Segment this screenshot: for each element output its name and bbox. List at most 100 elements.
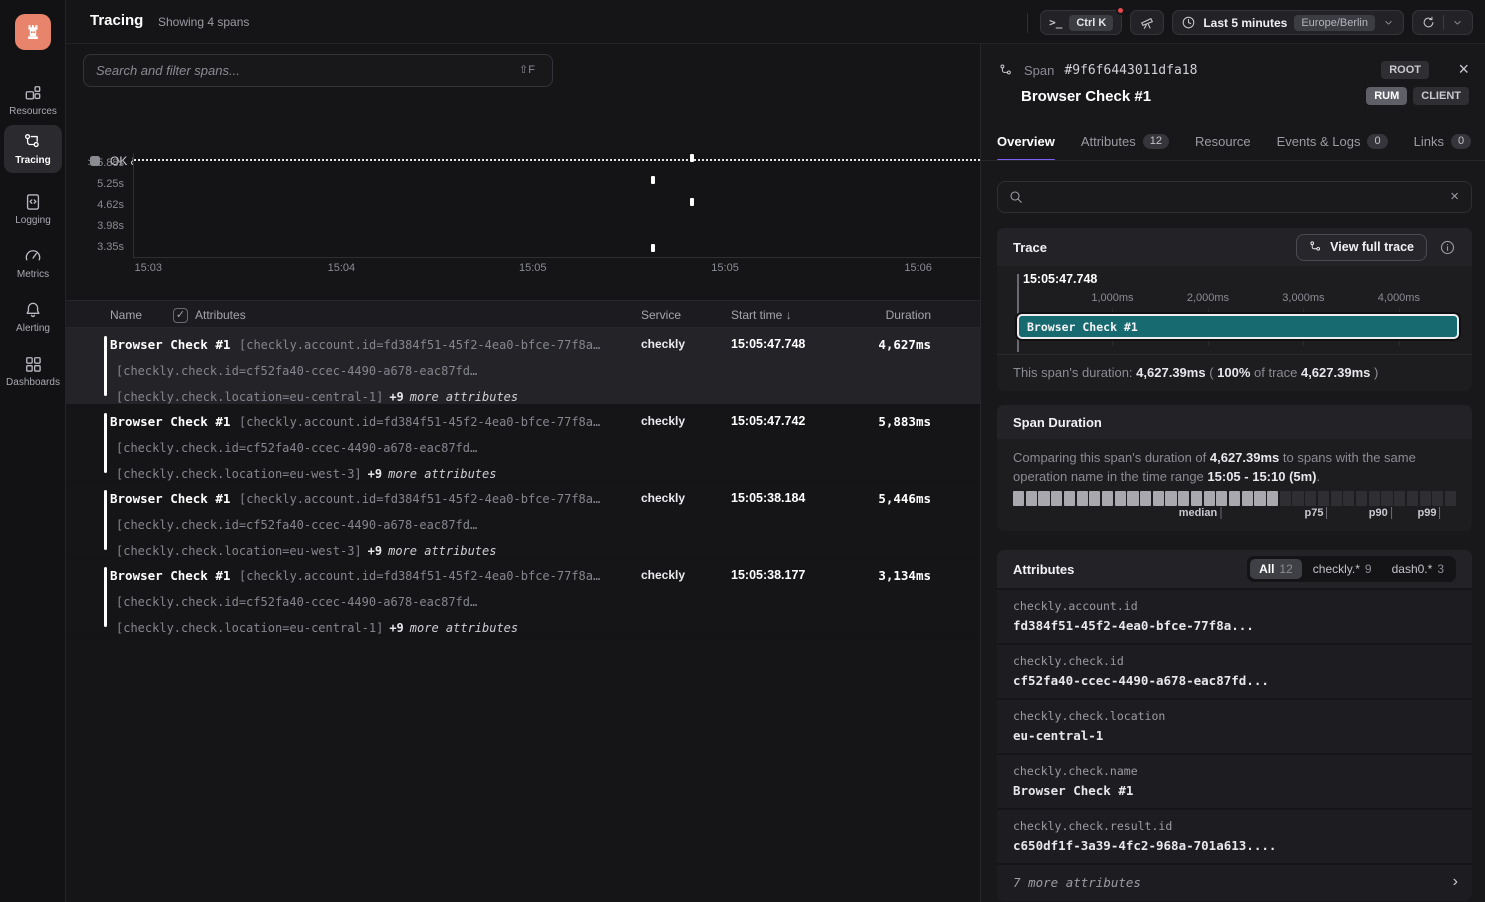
- attribute-key: checkly.check.id: [1013, 654, 1124, 668]
- histogram-segment: [1432, 491, 1443, 506]
- trace-card-header: Trace View full trace: [997, 228, 1472, 266]
- x-axis-tick: 15:06: [904, 262, 932, 274]
- histogram-segment: [1013, 491, 1024, 506]
- span-attr-2: [checkly.check.id=cf52fa40-ccec-4490-a67…: [116, 441, 477, 455]
- span-duration-card: Span Duration Comparing this span's dura…: [997, 405, 1472, 531]
- y-axis-tick: 3.98s: [97, 220, 124, 232]
- span-attr-2: [checkly.check.id=cf52fa40-ccec-4490-a67…: [116, 595, 477, 609]
- histogram-segment: [1254, 491, 1265, 506]
- attribute-key: checkly.check.result.id: [1013, 819, 1172, 833]
- tab-attributes[interactable]: Attributes12: [1081, 131, 1169, 161]
- view-full-trace-button[interactable]: View full trace: [1296, 234, 1427, 261]
- histogram-segment: [1165, 491, 1176, 506]
- tab-overview[interactable]: Overview: [997, 131, 1055, 161]
- tab-links[interactable]: Links0: [1414, 131, 1471, 161]
- histogram-segment: [1077, 491, 1088, 506]
- span-duration-text: Comparing this span's duration of 4,627.…: [1013, 448, 1453, 486]
- column-name[interactable]: Name: [110, 308, 142, 322]
- span-data-point[interactable]: [651, 244, 655, 252]
- info-icon[interactable]: [1439, 239, 1456, 256]
- filter-pill-dash0[interactable]: dash0.*3: [1383, 559, 1453, 579]
- app-logo[interactable]: [15, 14, 51, 50]
- filter-pill-all[interactable]: All12: [1250, 559, 1302, 579]
- tab-resource[interactable]: Resource: [1195, 131, 1251, 161]
- filter-pill-checkly[interactable]: checkly.*9: [1304, 559, 1381, 579]
- app-root: Resources Tracing Logging Metrics Alerti: [0, 0, 1485, 902]
- sidebar-item-dashboards[interactable]: Dashboards: [4, 347, 62, 395]
- sidebar-item-metrics[interactable]: Metrics: [4, 239, 62, 287]
- timeline-tick-label: 4,000ms: [1378, 292, 1420, 304]
- attributes-card: Attributes All12 checkly.*9 dash0.*3 che…: [997, 550, 1472, 901]
- announcements-button[interactable]: [1130, 10, 1164, 35]
- span-attr-3: [checkly.check.location=eu-west-3]+9more…: [116, 544, 496, 558]
- time-range-button[interactable]: Last 5 minutes Europe/Berlin: [1172, 10, 1404, 35]
- sidebar-item-alerting[interactable]: Alerting: [4, 293, 62, 341]
- span-attr-1: [checkly.account.id=fd384f51-45f2-4ea0-b…: [239, 569, 600, 583]
- close-icon[interactable]: ×: [1458, 59, 1469, 80]
- more-attributes-link[interactable]: more attributes: [410, 621, 518, 635]
- attribute-row[interactable]: checkly.check.id cf52fa40-ccec-4490-a678…: [997, 645, 1472, 698]
- more-attributes-link[interactable]: more attributes: [410, 390, 518, 404]
- histogram-segment: [1051, 491, 1062, 506]
- histogram-segment: [1140, 491, 1151, 506]
- span-name: Browser Check #1: [110, 568, 230, 583]
- more-attributes-link[interactable]: more attributes: [388, 467, 496, 481]
- x-axis-tick: 15:05: [711, 262, 739, 274]
- tab-events-logs[interactable]: Events & Logs0: [1277, 131, 1388, 161]
- histogram-segment: [1445, 491, 1456, 506]
- table-row[interactable]: Browser Check #1 [checkly.account.id=fd3…: [66, 482, 980, 559]
- root-badge: ROOT: [1381, 61, 1429, 79]
- more-attributes-link[interactable]: more attributes: [388, 544, 496, 558]
- span-attr-2: [checkly.check.id=cf52fa40-ccec-4490-a67…: [116, 364, 477, 378]
- refresh-button[interactable]: [1412, 10, 1473, 35]
- sort-desc-icon: ↓: [786, 308, 792, 322]
- attribute-row[interactable]: checkly.check.result.id c650df1f-3a39-4f…: [997, 810, 1472, 863]
- histogram-segment: [1420, 491, 1431, 506]
- search-input[interactable]: [83, 54, 553, 87]
- span-start-time: 15:05:38.177: [731, 568, 805, 582]
- histogram-segment: [1369, 491, 1380, 506]
- sidebar-item-logging[interactable]: Logging: [4, 185, 62, 233]
- sidebar-item-tracing[interactable]: Tracing: [4, 125, 62, 173]
- p99-threshold-line: [134, 159, 980, 161]
- topbar: Tracing Showing 4 spans >_ Ctrl K Last 5…: [66, 0, 1485, 44]
- attributes-checkbox[interactable]: ✓: [173, 308, 188, 323]
- histogram-segment: [1343, 491, 1354, 506]
- y-axis-tick: 3.35s: [97, 241, 124, 253]
- attribute-row[interactable]: checkly.check.name Browser Check #1: [997, 755, 1472, 808]
- span-data-point[interactable]: [651, 176, 655, 184]
- attribute-row[interactable]: checkly.check.location eu-central-1: [997, 700, 1472, 753]
- chevron-down-icon[interactable]: [1451, 16, 1464, 29]
- table-row[interactable]: Browser Check #1 [checkly.account.id=fd3…: [66, 559, 980, 636]
- histogram-segment: [1153, 491, 1164, 506]
- histogram-segment: [1292, 491, 1303, 506]
- span-data-point[interactable]: [690, 198, 694, 206]
- span-data-point[interactable]: [690, 154, 694, 162]
- table-row[interactable]: Browser Check #1 [checkly.account.id=fd3…: [66, 328, 980, 405]
- column-start-time[interactable]: Start time ↓: [731, 308, 792, 322]
- trace-icon: [999, 63, 1014, 78]
- attribute-row[interactable]: checkly.account.id fd384f51-45f2-4ea0-bf…: [997, 590, 1472, 643]
- more-attributes-row[interactable]: 7 more attributes ›: [997, 865, 1472, 901]
- column-duration[interactable]: Duration: [886, 308, 931, 322]
- main-content: ⇧F OK & UNSET ERROR # of spans: 0 1 (max…: [66, 44, 980, 902]
- resources-icon: [23, 83, 43, 103]
- clear-search-icon[interactable]: ×: [1450, 188, 1459, 205]
- span-attr-1: [checkly.account.id=fd384f51-45f2-4ea0-b…: [239, 492, 600, 506]
- attribute-value: Browser Check #1: [1013, 783, 1133, 798]
- column-attributes[interactable]: Attributes: [195, 308, 246, 322]
- y-axis-tick: 4.62s: [97, 199, 124, 211]
- span-start-time: 15:05:47.742: [731, 414, 805, 428]
- clock-icon: [1181, 15, 1196, 30]
- histogram-segment: [1216, 491, 1227, 506]
- table-row[interactable]: Browser Check #1 [checkly.account.id=fd3…: [66, 405, 980, 482]
- command-palette-button[interactable]: >_ Ctrl K: [1040, 10, 1122, 35]
- attribute-search-input[interactable]: [1032, 182, 1432, 212]
- span-kind-badges: RUM CLIENT: [1366, 87, 1469, 105]
- trace-card: Trace View full trace 15:05:47.748 1,000…: [997, 228, 1472, 391]
- column-service[interactable]: Service: [641, 308, 681, 322]
- sidebar-item-resources[interactable]: Resources: [4, 76, 62, 124]
- trace-span-bar[interactable]: Browser Check #1: [1017, 314, 1459, 339]
- trace-timeline: 15:05:47.748 1,000ms2,000ms3,000ms4,000m…: [997, 266, 1472, 391]
- timeline-tick-label: 1,000ms: [1091, 292, 1133, 304]
